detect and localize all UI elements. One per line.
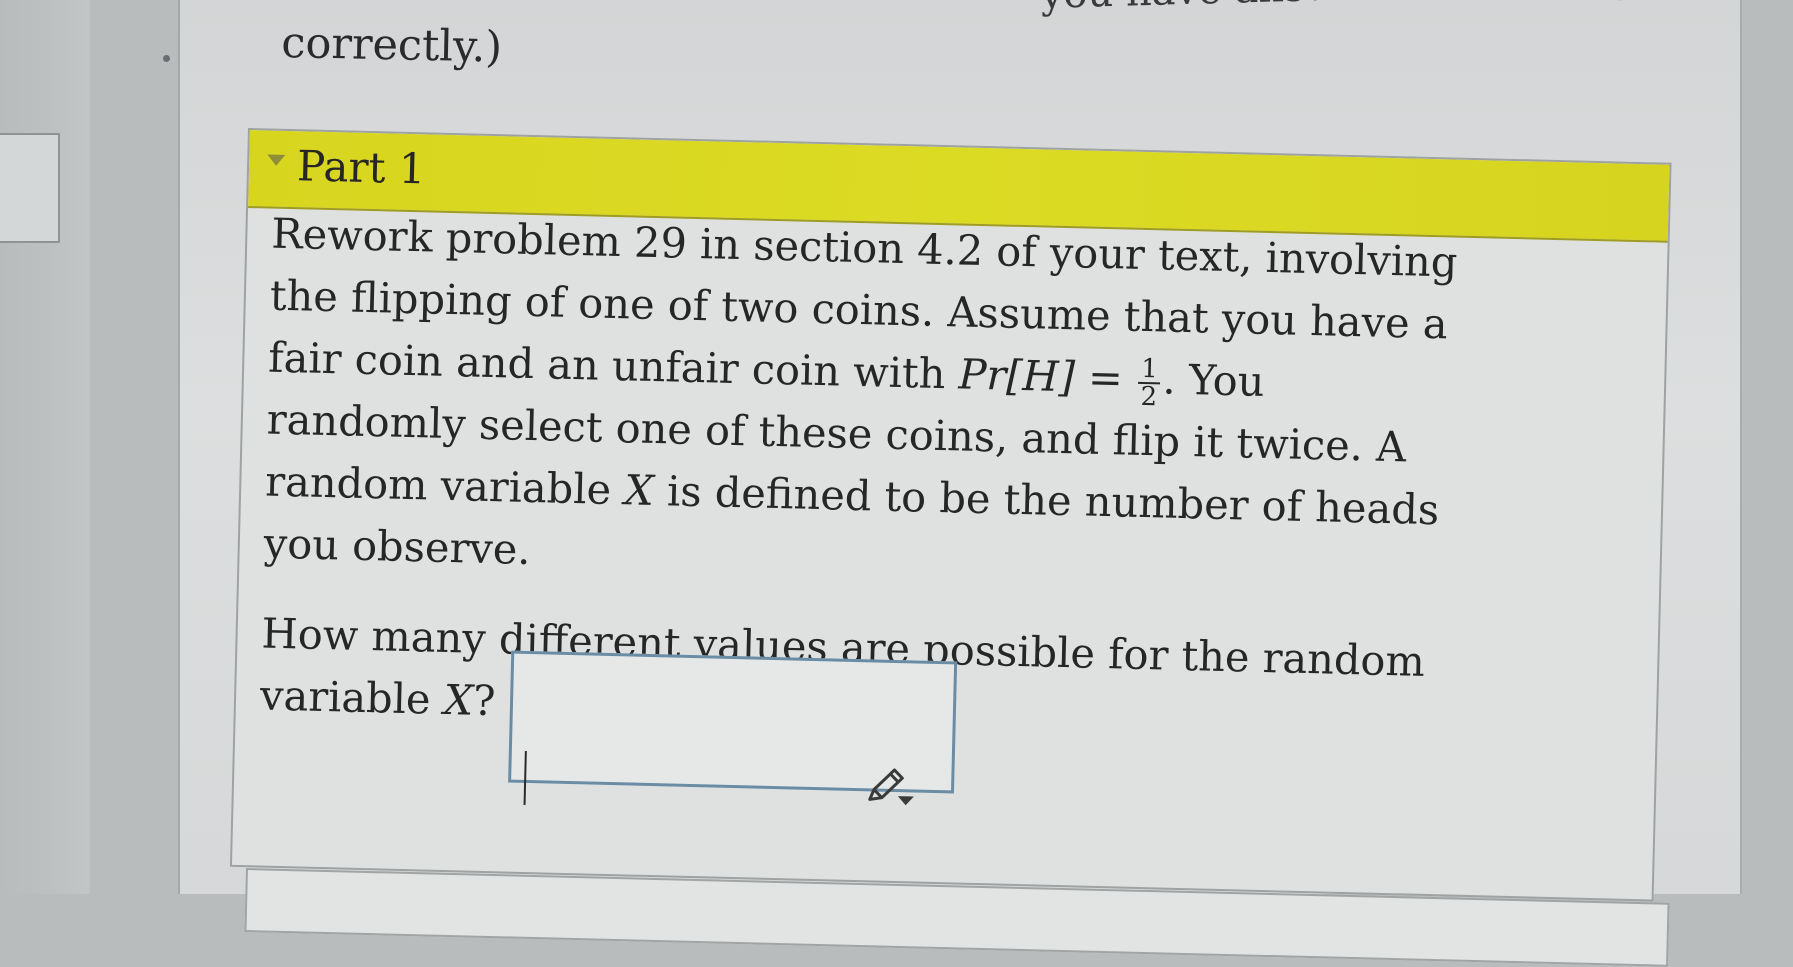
question-text: ? [472,675,497,726]
question-text: variable [259,670,445,724]
math-var-x: X [623,465,655,516]
triangle-down-icon[interactable] [267,154,286,166]
answer-input[interactable] [508,650,958,794]
problem-text: fair coin and an unfair coin with [267,332,960,399]
previous-text-continuation: correctly.) [280,18,503,73]
fraction-numerator: 1 [1137,353,1162,384]
problem-text: is defined to be the number of heads [653,466,1440,535]
bullet-dot [163,55,170,62]
math-var-x: X [443,674,474,725]
math-equals: = [1074,352,1137,403]
part-title: Part 1 [296,141,427,194]
math-prob-heads: Pr[H] [957,349,1076,402]
side-box [0,133,60,243]
fraction-one-half: 12 [1137,353,1162,412]
fraction-denominator: 2 [1140,381,1158,412]
part-1-card: Part 1 Rework problem 29 in section 4.2 … [229,128,1672,902]
problem-text: . You [1161,354,1266,406]
problem-text: random variable [264,456,625,515]
problem-body: Rework problem 29 in section 4.2 of your… [259,203,1641,794]
